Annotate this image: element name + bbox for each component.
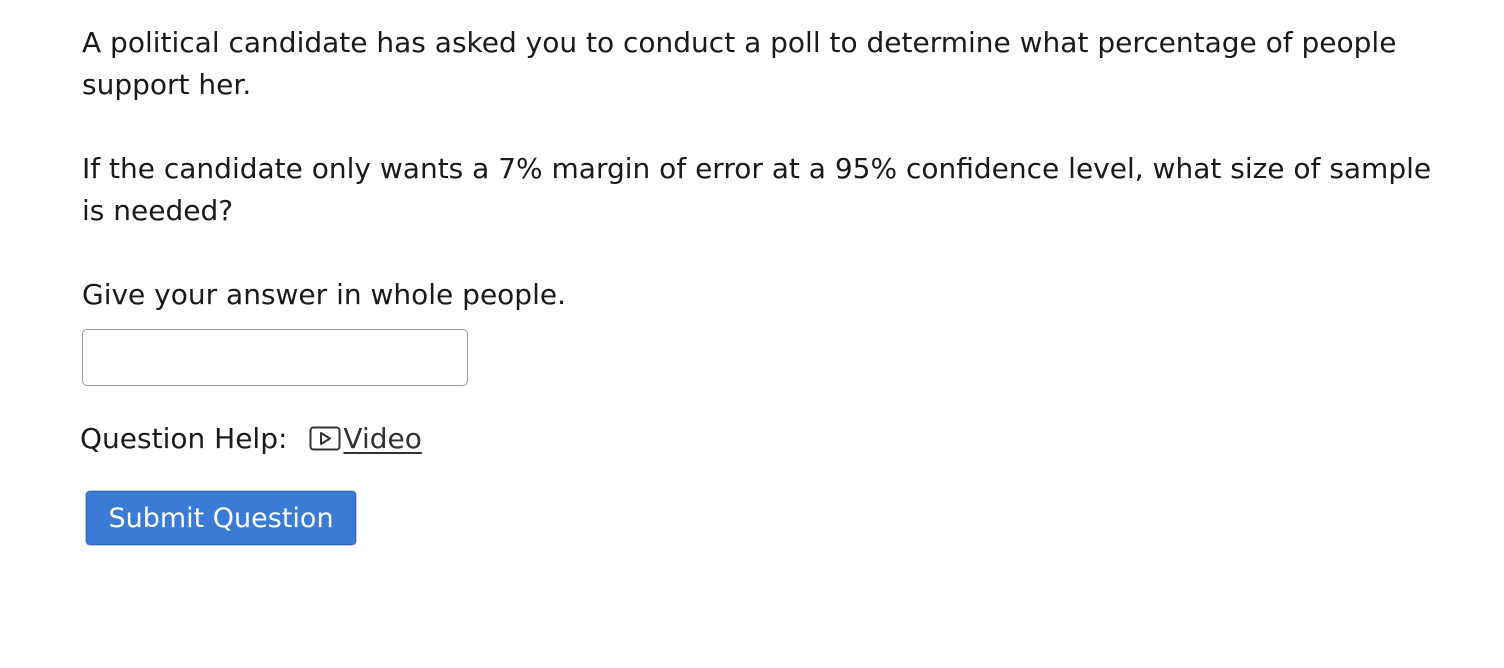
answer-instructions: Give your answer in whole people. (82, 278, 566, 311)
question-help-label: Question Help: (80, 421, 288, 455)
video-help-link[interactable]: Video (309, 421, 422, 455)
play-video-icon (309, 426, 341, 452)
video-help-label: Video (343, 421, 422, 455)
question-text-intro: A political candidate has asked you to c… (82, 26, 1397, 101)
question-help: Question Help: Video (80, 418, 422, 458)
question-body: A political candidate has asked you to c… (82, 22, 1462, 316)
submit-question-button[interactable]: Submit Question (86, 491, 356, 545)
question-text-prompt: If the candidate only wants a 7% margin … (82, 152, 1432, 227)
answer-input[interactable] (82, 329, 468, 386)
